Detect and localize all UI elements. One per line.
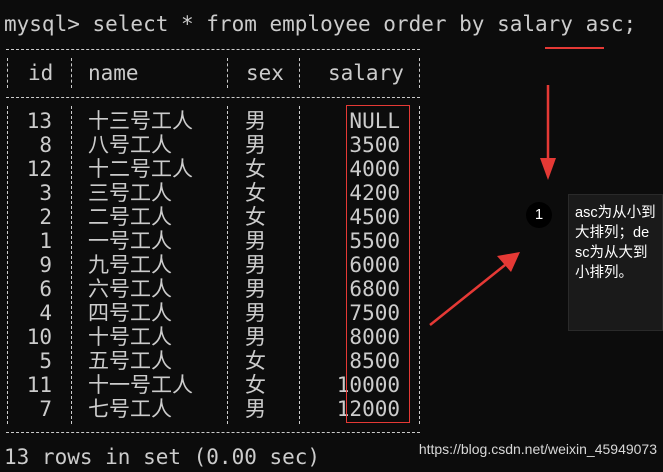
- annotation-arrows: [429, 85, 556, 326]
- down-arrow: [540, 85, 556, 180]
- step-badge: 1: [526, 202, 552, 228]
- diagonal-arrow: [429, 252, 520, 326]
- annotation-note: asc为从小到大排列；desc为从大到小排列。: [568, 194, 663, 331]
- watermark: https://blog.csdn.net/weixin_45949073: [418, 441, 657, 457]
